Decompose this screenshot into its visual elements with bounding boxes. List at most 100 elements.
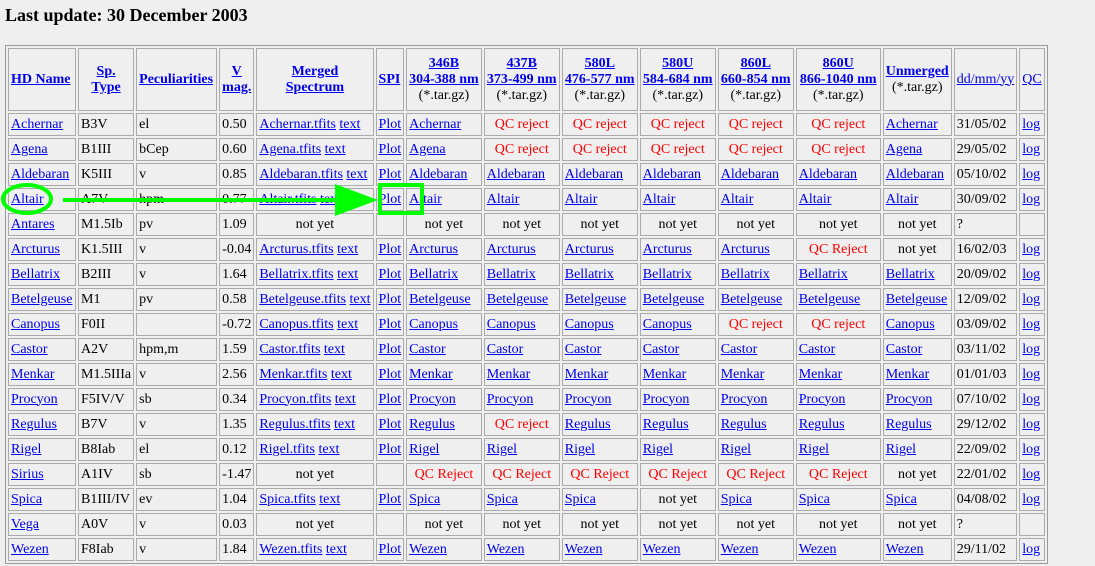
qc-log-link[interactable]: log xyxy=(1022,117,1040,132)
star-name-link[interactable]: Altair xyxy=(11,192,44,207)
band-860l-link[interactable]: Castor xyxy=(721,342,758,357)
band-860u-link[interactable]: Spica xyxy=(799,492,830,507)
band-346b-link[interactable]: Procyon xyxy=(409,392,456,407)
star-name-link[interactable]: Bellatrix xyxy=(11,267,60,282)
star-name-link[interactable]: Canopus xyxy=(11,317,60,332)
band-860l-link[interactable]: Regulus xyxy=(721,417,767,432)
star-name-link[interactable]: Spica xyxy=(11,492,42,507)
band-860l-link[interactable]: Arcturus xyxy=(721,242,770,257)
band-346b-link[interactable]: Arcturus xyxy=(409,242,458,257)
band-437b-link[interactable]: Betelgeuse xyxy=(487,292,548,307)
band-580u-link[interactable]: Arcturus xyxy=(643,242,692,257)
spi-plot-link[interactable]: Plot xyxy=(379,117,402,132)
qc-log-link[interactable]: log xyxy=(1022,467,1040,482)
column-header-link-peculiarities[interactable]: Peculiarities xyxy=(139,72,213,87)
star-name-link[interactable]: Rigel xyxy=(11,442,41,457)
merged-tfits-link[interactable]: Agena.tfits xyxy=(259,142,321,157)
qc-log-link[interactable]: log xyxy=(1022,192,1040,207)
unmerged-link[interactable]: Canopus xyxy=(886,317,935,332)
qc-log-link[interactable]: log xyxy=(1022,367,1040,382)
band-437b-link[interactable]: Spica xyxy=(487,492,518,507)
band-860l-link[interactable]: Bellatrix xyxy=(721,267,770,282)
band-860u-link[interactable]: Menkar xyxy=(799,367,843,382)
merged-tfits-link[interactable]: Betelgeuse.tfits xyxy=(259,292,346,307)
merged-tfits-link[interactable]: Wezen.tfits xyxy=(259,542,322,557)
band-580l-link[interactable]: Wezen xyxy=(565,542,603,557)
spi-plot-link[interactable]: Plot xyxy=(379,367,402,382)
band-860l-link[interactable]: Menkar xyxy=(721,367,765,382)
band-346b-link[interactable]: Wezen xyxy=(409,542,447,557)
band-346b-link[interactable]: Castor xyxy=(409,342,446,357)
band-580l-link[interactable]: Altair xyxy=(565,192,598,207)
merged-tfits-link[interactable]: Achernar.tfits xyxy=(259,117,336,132)
band-580l-link[interactable]: Regulus xyxy=(565,417,611,432)
band-437b-link[interactable]: Canopus xyxy=(487,317,536,332)
band-346b-link[interactable]: Aldebaran xyxy=(409,167,467,182)
spi-plot-link[interactable]: Plot xyxy=(379,442,402,457)
star-name-link[interactable]: Wezen xyxy=(11,542,49,557)
unmerged-link[interactable]: Altair xyxy=(886,192,919,207)
column-header-link-sp-[interactable]: Sp. Type xyxy=(91,64,120,95)
band-346b-link[interactable]: Bellatrix xyxy=(409,267,458,282)
qc-log-link[interactable]: log xyxy=(1022,242,1040,257)
unmerged-link[interactable]: Rigel xyxy=(886,442,916,457)
band-580l-link[interactable]: Spica xyxy=(565,492,596,507)
band-580u-link[interactable]: Canopus xyxy=(643,317,692,332)
band-860l-link[interactable]: Altair xyxy=(721,192,754,207)
unmerged-link[interactable]: Procyon xyxy=(886,392,933,407)
spi-plot-link[interactable]: Plot xyxy=(379,242,402,257)
band-346b-link[interactable]: Menkar xyxy=(409,367,453,382)
band-860u-link[interactable]: Regulus xyxy=(799,417,845,432)
band-580l-link[interactable]: Menkar xyxy=(565,367,609,382)
unmerged-link[interactable]: Wezen xyxy=(886,542,924,557)
qc-log-link[interactable]: log xyxy=(1022,442,1040,457)
unmerged-link[interactable]: Bellatrix xyxy=(886,267,935,282)
band-860l-link[interactable]: Aldebaran xyxy=(721,167,779,182)
qc-log-link[interactable]: log xyxy=(1022,342,1040,357)
column-header-link-qc[interactable]: QC xyxy=(1022,72,1041,87)
band-437b-link[interactable]: Bellatrix xyxy=(487,267,536,282)
qc-log-link[interactable]: log xyxy=(1022,167,1040,182)
merged-text-link[interactable]: text xyxy=(337,317,358,332)
band-860u-link[interactable]: Bellatrix xyxy=(799,267,848,282)
band-437b-link[interactable]: Menkar xyxy=(487,367,531,382)
band-860l-link[interactable]: Rigel xyxy=(721,442,751,457)
spi-plot-link[interactable]: Plot xyxy=(379,342,402,357)
band-860l-link[interactable]: Betelgeuse xyxy=(721,292,782,307)
star-name-link[interactable]: Procyon xyxy=(11,392,58,407)
spi-plot-link[interactable]: Plot xyxy=(379,192,402,207)
merged-text-link[interactable]: text xyxy=(325,142,346,157)
band-580l-link[interactable]: Betelgeuse xyxy=(565,292,626,307)
band-860u-link[interactable]: Aldebaran xyxy=(799,167,857,182)
band-580u-link[interactable]: Castor xyxy=(643,342,680,357)
band-580u-link[interactable]: Altair xyxy=(643,192,676,207)
band-860u-link[interactable]: Rigel xyxy=(799,442,829,457)
merged-text-link[interactable]: text xyxy=(335,392,356,407)
unmerged-link[interactable]: Menkar xyxy=(886,367,930,382)
qc-log-link[interactable]: log xyxy=(1022,492,1040,507)
spi-plot-link[interactable]: Plot xyxy=(379,317,402,332)
band-580u-link[interactable]: Regulus xyxy=(643,417,689,432)
merged-text-link[interactable]: text xyxy=(319,492,340,507)
spi-plot-link[interactable]: Plot xyxy=(379,417,402,432)
band-860u-link[interactable]: Procyon xyxy=(799,392,846,407)
spi-plot-link[interactable]: Plot xyxy=(379,392,402,407)
spi-plot-link[interactable]: Plot xyxy=(379,292,402,307)
star-name-link[interactable]: Sirius xyxy=(11,467,44,482)
merged-tfits-link[interactable]: Rigel.tfits xyxy=(259,442,315,457)
band-580l-link[interactable]: Canopus xyxy=(565,317,614,332)
qc-log-link[interactable]: log xyxy=(1022,317,1040,332)
merged-text-link[interactable]: text xyxy=(331,367,352,382)
spi-plot-link[interactable]: Plot xyxy=(379,267,402,282)
merged-text-link[interactable]: text xyxy=(318,442,339,457)
band-860l-link[interactable]: Wezen xyxy=(721,542,759,557)
band-580l-link[interactable]: Bellatrix xyxy=(565,267,614,282)
unmerged-link[interactable]: Agena xyxy=(886,142,923,157)
unmerged-link[interactable]: Regulus xyxy=(886,417,932,432)
band-580u-link[interactable]: Procyon xyxy=(643,392,690,407)
band-346b-link[interactable]: Altair xyxy=(409,192,442,207)
column-header-link-346b[interactable]: 346B 304-388 nm xyxy=(409,56,479,87)
spi-plot-link[interactable]: Plot xyxy=(379,492,402,507)
merged-text-link[interactable]: text xyxy=(334,417,355,432)
merged-tfits-link[interactable]: Regulus.tfits xyxy=(259,417,330,432)
